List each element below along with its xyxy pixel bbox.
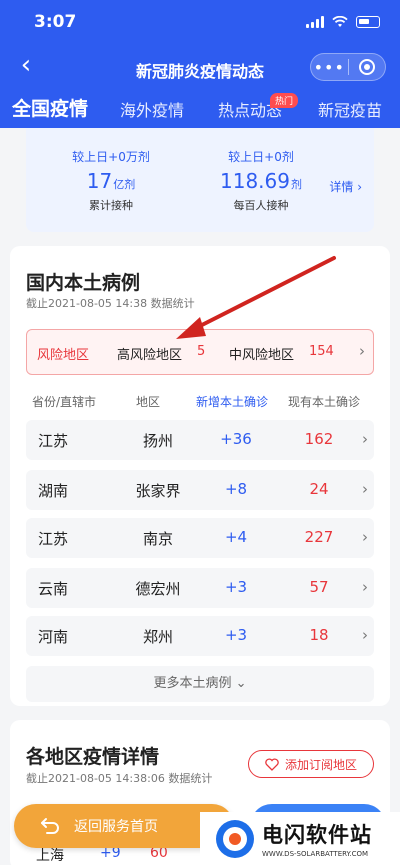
row-province: 江苏 xyxy=(38,432,69,450)
row-new: +3 xyxy=(224,626,248,644)
app-header: 3:07 ‹ 新冠肺炎疫情动态 ••• 全国疫情 海外疫情 热点动态 热门 新冠… xyxy=(0,0,400,128)
section-title: 国内本土病例 xyxy=(26,272,141,294)
miniprogram-capsule: ••• xyxy=(310,53,386,81)
chevron-right-icon: › xyxy=(362,480,368,498)
row-province: 湖南 xyxy=(38,482,69,500)
wifi-icon xyxy=(332,16,348,27)
chevron-right-icon: › xyxy=(362,578,368,596)
row-current: 57 xyxy=(309,578,329,596)
region-row-province: 上海 xyxy=(36,848,64,864)
table-header: 省份/直辖市 地区 新增本土确诊 现有本土确诊 xyxy=(26,393,374,411)
site-logo-icon xyxy=(216,819,254,858)
chevron-right-icon: › xyxy=(362,430,368,448)
vaccine-total: 较上日+0万剂 17亿剂 累计接种 xyxy=(36,148,186,213)
row-city: 德宏州 xyxy=(135,580,181,598)
row-new: +8 xyxy=(224,480,248,498)
row-new: +4 xyxy=(224,528,248,546)
add-subscription-label: 添加订阅地区 xyxy=(284,757,357,772)
chevron-right-icon: › xyxy=(359,342,365,360)
vaccine-card: 较上日+0万剂 17亿剂 累计接种 较上日+0剂 118.69剂 每百人接种 详… xyxy=(26,128,374,232)
heart-icon xyxy=(265,757,279,771)
watermark-title: 电闪软件站 xyxy=(262,823,372,847)
table-row[interactable]: 江苏 扬州 +36 162 › xyxy=(26,420,374,460)
status-icons xyxy=(306,16,380,28)
status-time: 3:07 xyxy=(34,12,77,32)
close-miniprogram-button[interactable] xyxy=(348,59,385,75)
row-new: +36 xyxy=(220,430,252,448)
add-subscription-button[interactable]: 添加订阅地区 xyxy=(248,750,374,778)
header-current-local: 现有本土确诊 xyxy=(288,395,361,409)
site-watermark: 电闪软件站 WWW.DS-SOLARBATTERY.COM xyxy=(200,812,400,865)
back-to-home-label: 返回服务首页 xyxy=(74,819,158,835)
section-title: 各地区疫情详情 xyxy=(26,746,160,768)
row-city: 郑州 xyxy=(142,628,173,646)
mid-risk-label: 中风险地区 xyxy=(229,348,295,363)
risk-areas-banner[interactable]: 风险地区 高风险地区 5 中风险地区 154 › xyxy=(26,329,374,375)
nav-bar: ‹ 新冠肺炎疫情动态 ••• xyxy=(0,48,400,88)
return-icon xyxy=(41,818,59,834)
vaccine-per-hundred-label: 每百人接种 xyxy=(233,199,289,212)
more-menu-button[interactable]: ••• xyxy=(311,58,348,77)
tab-vaccine[interactable]: 新冠疫苗 xyxy=(318,97,382,121)
mid-risk-count: 154 xyxy=(309,344,334,359)
update-time: 截止2021-08-05 14:38 数据统计 xyxy=(26,297,195,310)
status-bar: 3:07 xyxy=(0,0,400,44)
row-city: 南京 xyxy=(142,530,173,548)
vaccine-total-value: 17亿剂 xyxy=(86,169,136,193)
watermark-url: WWW.DS-SOLARBATTERY.COM xyxy=(262,850,369,858)
vaccine-per-hundred: 较上日+0剂 118.69剂 每百人接种 xyxy=(186,148,336,213)
row-current: 227 xyxy=(304,528,334,546)
vaccine-per-hundred-delta: 较上日+0剂 xyxy=(228,150,294,164)
tab-overseas[interactable]: 海外疫情 xyxy=(120,97,184,121)
target-icon xyxy=(358,59,375,75)
vaccine-total-label: 累计接种 xyxy=(89,199,133,212)
header-new-local: 新增本土确诊 xyxy=(196,395,269,409)
row-city: 张家界 xyxy=(135,482,181,500)
header-province: 省份/直辖市 xyxy=(32,395,97,409)
battery-icon xyxy=(356,16,380,28)
vaccine-total-delta: 较上日+0万剂 xyxy=(72,150,150,164)
row-province: 云南 xyxy=(38,580,69,598)
row-new: +3 xyxy=(224,578,248,596)
high-risk-label: 高风险地区 xyxy=(117,348,183,363)
row-province: 江苏 xyxy=(38,530,69,548)
table-row[interactable]: 江苏 南京 +4 227 › xyxy=(26,518,374,558)
local-cases-card: 国内本土病例 截止2021-08-05 14:38 数据统计 风险地区 高风险地… xyxy=(10,246,390,706)
row-current: 18 xyxy=(309,626,329,644)
row-current: 162 xyxy=(304,430,334,448)
update-time: 截止2021-08-05 14:38:06 数据统计 xyxy=(26,772,213,785)
row-city: 扬州 xyxy=(142,432,173,450)
tab-national[interactable]: 全国疫情 xyxy=(12,94,88,121)
signal-icon xyxy=(306,16,324,28)
row-province: 河南 xyxy=(38,628,69,646)
chevron-right-icon: › xyxy=(362,626,368,644)
more-local-cases-button[interactable]: 更多本土病例 ⌄ xyxy=(26,666,374,702)
risk-label: 风险地区 xyxy=(37,348,90,363)
high-risk-count: 5 xyxy=(197,344,206,359)
row-current: 24 xyxy=(309,480,329,498)
tab-bar: 全国疫情 海外疫情 热点动态 热门 新冠疫苗 xyxy=(0,93,400,128)
table-row[interactable]: 河南 郑州 +3 18 › xyxy=(26,616,374,656)
table-row[interactable]: 云南 德宏州 +3 57 › xyxy=(26,568,374,608)
hot-badge: 热门 xyxy=(270,93,299,108)
table-row[interactable]: 湖南 张家界 +8 24 › xyxy=(26,470,374,510)
header-region: 地区 xyxy=(136,395,161,409)
chevron-right-icon: › xyxy=(362,528,368,546)
watermark-text: 电闪软件站 WWW.DS-SOLARBATTERY.COM xyxy=(262,819,372,858)
vaccine-details-link[interactable]: 详情 › xyxy=(329,178,362,195)
vaccine-per-hundred-value: 118.69剂 xyxy=(220,169,302,193)
